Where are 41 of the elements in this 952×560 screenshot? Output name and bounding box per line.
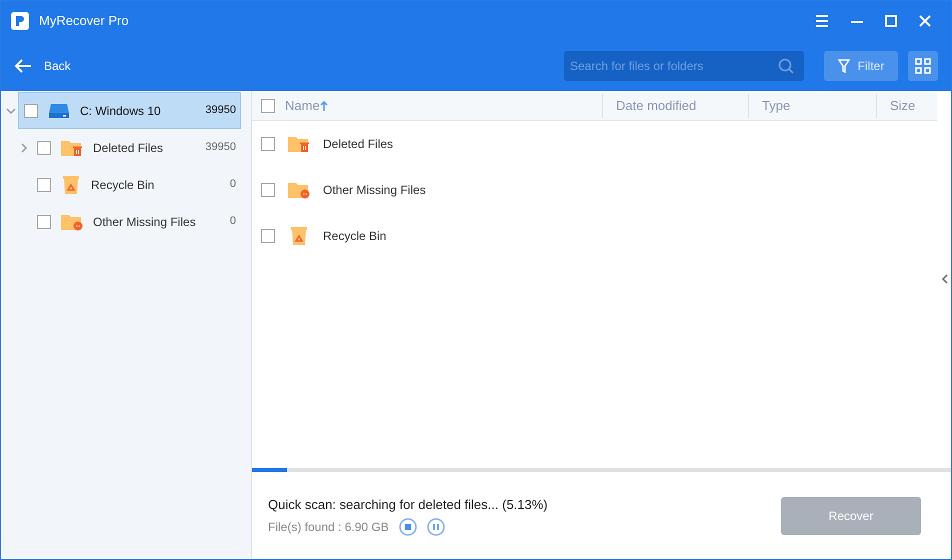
menu-icon[interactable] xyxy=(815,15,829,27)
select-all-checkbox[interactable] xyxy=(261,98,275,112)
file-name[interactable]: Deleted Files xyxy=(323,135,394,153)
folder-ellipsis-icon xyxy=(61,212,83,230)
files-found-text: File(s) found : 6.90 GB xyxy=(268,519,389,536)
close-icon[interactable] xyxy=(919,15,931,27)
maximize-icon[interactable] xyxy=(885,15,897,27)
back-button[interactable]: Back xyxy=(14,57,71,75)
tree-item[interactable]: Other Missing Files 0 xyxy=(31,203,241,240)
grid-view-button[interactable] xyxy=(908,51,938,81)
checkbox[interactable] xyxy=(261,229,275,243)
filter-icon xyxy=(838,59,850,73)
checkbox[interactable] xyxy=(37,214,51,228)
search-field[interactable]: Search for files or folders xyxy=(564,51,804,81)
sort-arrow-icon[interactable] xyxy=(320,100,328,110)
file-name[interactable]: Other Missing Files xyxy=(323,181,426,199)
grid-icon xyxy=(915,58,931,74)
window-title: MyRecover Pro xyxy=(39,12,129,30)
collapse-chevron-icon[interactable] xyxy=(19,142,29,152)
pause-icon[interactable] xyxy=(426,518,445,536)
checkbox[interactable] xyxy=(261,137,275,151)
checkbox[interactable] xyxy=(37,140,51,154)
checkbox[interactable] xyxy=(37,178,51,192)
tree-item[interactable]: Recycle Bin 0 xyxy=(31,166,241,203)
folder-trash-icon xyxy=(288,135,310,153)
recycle-bin-icon xyxy=(61,174,81,194)
checkbox[interactable] xyxy=(261,183,275,197)
drive-icon xyxy=(48,102,70,118)
expand-chevron-icon[interactable] xyxy=(6,106,16,116)
folder-trash-icon xyxy=(61,138,83,156)
checkbox[interactable] xyxy=(24,104,38,118)
tree-item[interactable]: C: Windows 10 39950 xyxy=(18,92,241,129)
scan-status: Quick scan: searching for deleted files... (5.13%) xyxy=(268,496,548,514)
back-arrow-icon xyxy=(14,59,32,73)
tree-item[interactable]: Deleted Files 39950 xyxy=(31,129,241,166)
stop-icon[interactable] xyxy=(398,518,417,536)
search-icon xyxy=(778,58,794,74)
recycle-bin-icon xyxy=(289,226,309,246)
file-name[interactable]: Recycle Bin xyxy=(323,227,386,245)
folder-ellipsis-icon xyxy=(288,181,310,199)
app-logo-icon xyxy=(11,12,29,30)
